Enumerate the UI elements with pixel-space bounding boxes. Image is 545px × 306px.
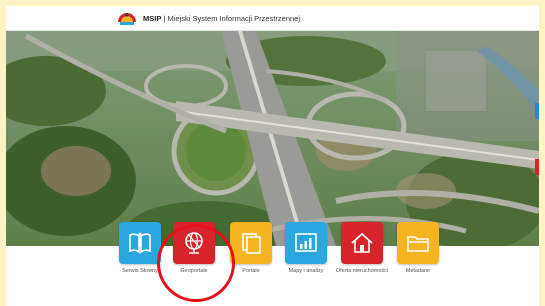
tile-label: Metadane: [405, 268, 431, 274]
tile-label: Oferta nieruchomości: [335, 268, 389, 274]
tile-label: Portale: [242, 268, 260, 274]
msip-logo-icon[interactable]: [116, 9, 138, 29]
screenshot-frame: MSIP | Miejski System Informacji Przestr…: [0, 0, 545, 306]
tile-geoportale[interactable]: Geoportale: [173, 222, 215, 274]
tile-box[interactable]: [341, 222, 383, 264]
site-subtitle: | Miejski System Informacji Przestrzenne…: [163, 14, 301, 23]
tile-metadane[interactable]: Metadane: [397, 222, 439, 274]
tile-box[interactable]: [397, 222, 439, 264]
site-name: MSIP: [143, 14, 162, 23]
highway-interchange-photo: [6, 31, 539, 246]
site-title[interactable]: MSIP | Miejski System Informacji Przestr…: [143, 14, 300, 23]
tile-label: Geoportale: [180, 268, 208, 274]
folder-icon: [407, 236, 429, 252]
globe-icon: [185, 232, 203, 254]
tile-serwis-slowny[interactable]: Serwis Słowny: [119, 222, 161, 274]
module-tiles: Serwis Słowny Geoportale Portale Mapy i …: [0, 222, 533, 306]
tile-oferta-nieruchomosci[interactable]: Oferta nieruchomości: [336, 222, 388, 274]
tile-box[interactable]: [119, 222, 161, 264]
house-icon: [351, 232, 373, 253]
hero-aerial-image: [6, 31, 539, 246]
tile-portale[interactable]: Portale: [230, 222, 272, 274]
tile-box[interactable]: [173, 222, 215, 264]
site-header: MSIP | Miejski System Informacji Przestr…: [6, 6, 539, 31]
tile-box[interactable]: [230, 222, 272, 264]
tile-label: Mapy i analizy: [288, 268, 324, 274]
tile-box[interactable]: [285, 222, 327, 264]
info-book-icon: [129, 232, 151, 254]
tile-label: Serwis Słowny: [122, 268, 158, 274]
pages-icon: [242, 233, 261, 254]
bar-chart-icon: [295, 233, 317, 252]
tile-mapy-i-analizy[interactable]: Mapy i analizy: [285, 222, 327, 274]
